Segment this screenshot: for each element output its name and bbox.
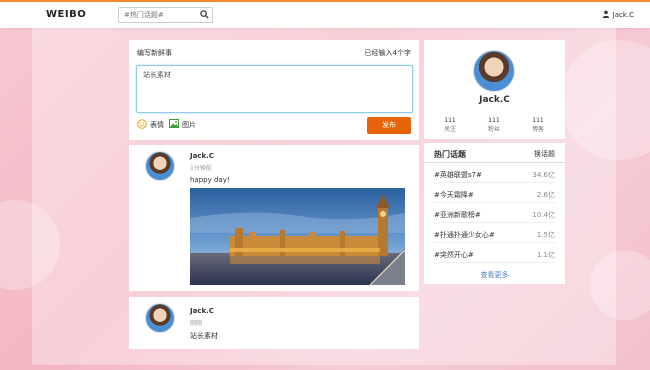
post-image[interactable] [190,188,405,285]
stat-label: 博客 [531,126,544,133]
compose-panel: 编写新鲜事 已经输入4个字 站长素材 表情 图片 发布 [129,40,419,140]
topic-name: #今天霜降# [434,191,474,199]
stat-label: 关注 [443,126,456,133]
user-icon [602,10,610,20]
top-navigation-bar: WEIBO Jack.C [0,0,650,28]
hot-topics-title: 热门话题 [434,150,466,159]
search-box [118,7,213,23]
avatar[interactable] [145,303,175,333]
topic-item[interactable]: #扑通扑通少女心# 1.5亿 [434,224,555,243]
feed-post: Jack.C 刚刚 站长素材 [129,297,419,349]
topic-count: 2.6亿 [536,191,555,199]
stat-blogs[interactable]: 111 博客 [518,116,558,134]
post-time: 刚刚 [190,320,203,327]
topic-name: #突然开心# [434,251,474,259]
stat-value: 111 [532,117,544,124]
post-text: happy day! [190,176,230,184]
stat-followers[interactable]: 111 粉丝 [474,116,514,134]
user-menu[interactable]: Jack.C [602,10,634,20]
compose-textarea[interactable]: 站长素材 [136,65,413,113]
stat-value: 111 [488,117,500,124]
stat-value: 111 [444,117,456,124]
stat-following[interactable]: 111 关注 [430,116,470,134]
weibo-logo[interactable]: WEIBO [46,9,86,20]
topic-item[interactable]: #突然开心# 1.1亿 [434,244,555,263]
profile-card: Jack.C 111 关注 111 粉丝 111 博客 [424,40,565,139]
topic-name: #扑通扑通少女心# [434,231,495,239]
see-more-link[interactable]: 查看更多 [424,270,565,280]
emoji-button[interactable]: 表情 [137,119,164,131]
avatar[interactable] [145,151,175,181]
picture-icon [169,119,179,130]
search-icon[interactable] [200,10,209,21]
post-author[interactable]: Jack.C [190,307,214,315]
profile-name[interactable]: Jack.C [424,95,565,105]
search-input[interactable] [119,8,197,22]
emoji-label: 表情 [150,121,164,129]
topic-name: #英雄联盟s7# [434,171,482,179]
topic-name: #亚洲新歌榜# [434,211,481,219]
stat-label: 粉丝 [487,126,500,133]
user-name: Jack.C [612,11,634,19]
post-button[interactable]: 发布 [367,117,411,134]
topic-count: 10.4亿 [532,211,555,219]
topic-count: 1.1亿 [536,251,555,259]
topic-count: 1.5亿 [536,231,555,239]
topic-count: 34.6亿 [532,171,555,179]
post-text: 站长素材 [190,332,218,340]
post-time: 1分钟前 [190,165,212,172]
hot-topics-panel: 热门话题 换话题 #英雄联盟s7# 34.6亿 #今天霜降# 2.6亿 #亚洲新… [424,143,565,284]
feed-post: Jack.C 1分钟前 happy day! [129,145,419,291]
image-button[interactable]: 图片 [169,119,196,130]
topic-item[interactable]: #亚洲新歌榜# 10.4亿 [434,204,555,223]
image-label: 图片 [182,120,196,129]
post-author[interactable]: Jack.C [190,152,214,160]
smiley-icon [137,119,147,131]
topic-item[interactable]: #今天霜降# 2.6亿 [434,184,555,203]
topic-item[interactable]: #英雄联盟s7# 34.6亿 [434,164,555,183]
profile-avatar[interactable] [473,50,515,92]
hot-topics-header: 热门话题 换话题 [424,143,565,163]
swap-topics-link[interactable]: 换话题 [534,149,555,159]
char-counter: 已经输入4个字 [364,49,411,57]
compose-title: 编写新鲜事 [137,49,172,57]
